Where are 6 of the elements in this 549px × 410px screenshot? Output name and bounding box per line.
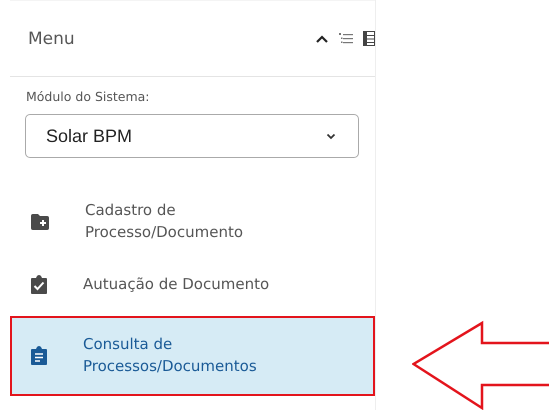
menu-item[interactable]: Cadastro de Processo/Documento: [10, 190, 375, 254]
menu-item[interactable]: Consulta de Processos/Documentos: [10, 316, 375, 396]
module-label: Módulo do Sistema:: [26, 89, 150, 104]
menu-item[interactable]: Autuação de Documento: [10, 254, 375, 316]
menu-title: Menu: [28, 28, 75, 48]
module-select[interactable]: Solar BPM: [25, 114, 359, 158]
